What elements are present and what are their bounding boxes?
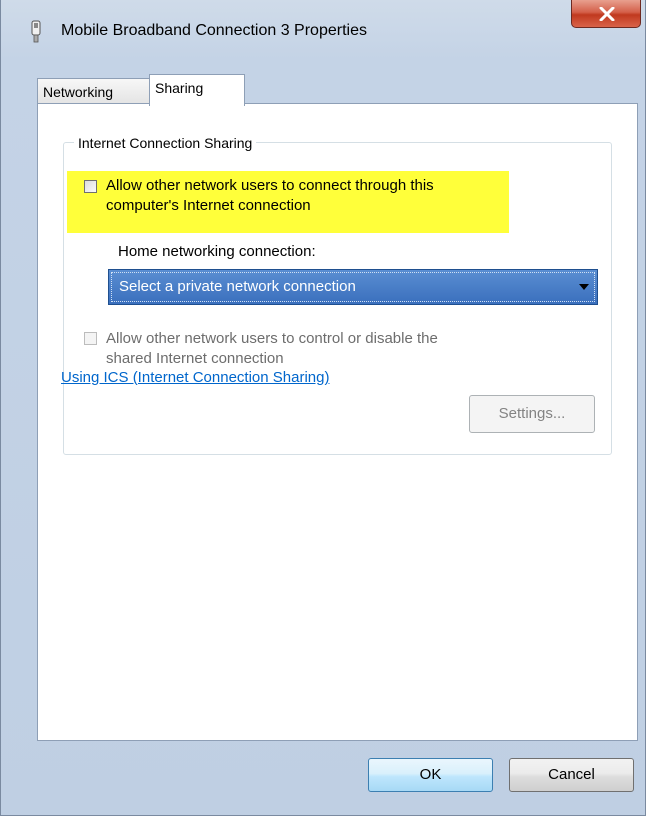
ics-help-link[interactable]: Using ICS (Internet Connection Sharing) (61, 369, 329, 386)
close-button[interactable] (571, 0, 641, 28)
cancel-button[interactable]: Cancel (509, 758, 634, 792)
home-connection-dropdown[interactable]: Select a private network connection (108, 269, 598, 305)
allow-control-label-line2: shared Internet connection (106, 350, 284, 367)
allow-control-label[interactable]: Allow other network users to control or … (106, 329, 438, 369)
allow-connect-label[interactable]: Allow other network users to connect thr… (106, 176, 434, 216)
title-bar[interactable]: Mobile Broadband Connection 3 Properties (1, 0, 646, 64)
ics-group-label: Internet Connection Sharing (74, 135, 257, 151)
properties-window: Mobile Broadband Connection 3 Properties… (0, 0, 646, 816)
sharing-panel: Internet Connection Sharing Allow other … (37, 103, 638, 741)
close-icon (599, 7, 615, 21)
allow-connect-checkbox[interactable] (84, 180, 97, 193)
chevron-down-icon (579, 284, 589, 290)
ok-button[interactable]: OK (368, 758, 493, 792)
window-title: Mobile Broadband Connection 3 Properties (61, 22, 367, 39)
tab-networking[interactable]: Networking (37, 78, 151, 105)
tab-sharing[interactable]: Sharing (149, 74, 245, 106)
allow-control-checkbox[interactable] (84, 332, 97, 345)
home-connection-label: Home networking connection: (118, 243, 316, 260)
allow-connect-label-line2: computer's Internet connection (106, 197, 311, 214)
allow-control-label-line1: Allow other network users to control or … (106, 330, 438, 347)
settings-button[interactable]: Settings... (469, 395, 595, 433)
modem-icon (31, 20, 41, 43)
allow-connect-label-line1: Allow other network users to connect thr… (106, 177, 434, 194)
home-connection-value: Select a private network connection (119, 278, 356, 295)
